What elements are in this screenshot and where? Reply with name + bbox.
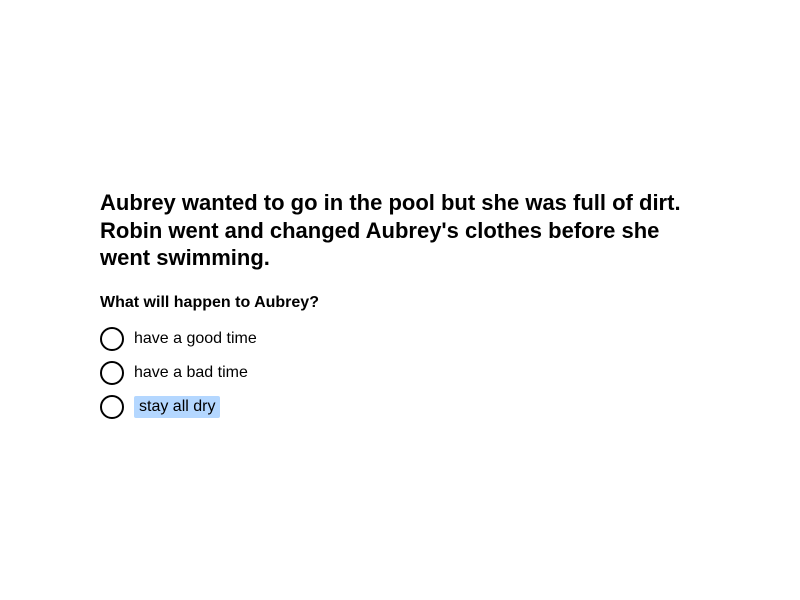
answer-option-2[interactable]: have a bad time — [100, 360, 700, 385]
question-card: Aubrey wanted to go in the pool but she … — [100, 189, 700, 429]
radio-button-3[interactable] — [100, 394, 124, 419]
answer-label-2[interactable]: have a bad time — [134, 362, 248, 384]
radio-button-1[interactable] — [100, 326, 124, 351]
answer-option-3[interactable]: stay all dry — [100, 394, 700, 419]
answer-options: have a good time have a bad time stay al… — [100, 326, 700, 419]
answer-label-1[interactable]: have a good time — [134, 328, 257, 350]
answer-label-3[interactable]: stay all dry — [134, 395, 221, 418]
question-text: What will happen to Aubrey? — [100, 293, 319, 311]
passage-text: Aubrey wanted to go in the pool but she … — [100, 190, 681, 270]
radio-button-2[interactable] — [100, 360, 124, 385]
answer-option-1[interactable]: have a good time — [100, 326, 700, 351]
